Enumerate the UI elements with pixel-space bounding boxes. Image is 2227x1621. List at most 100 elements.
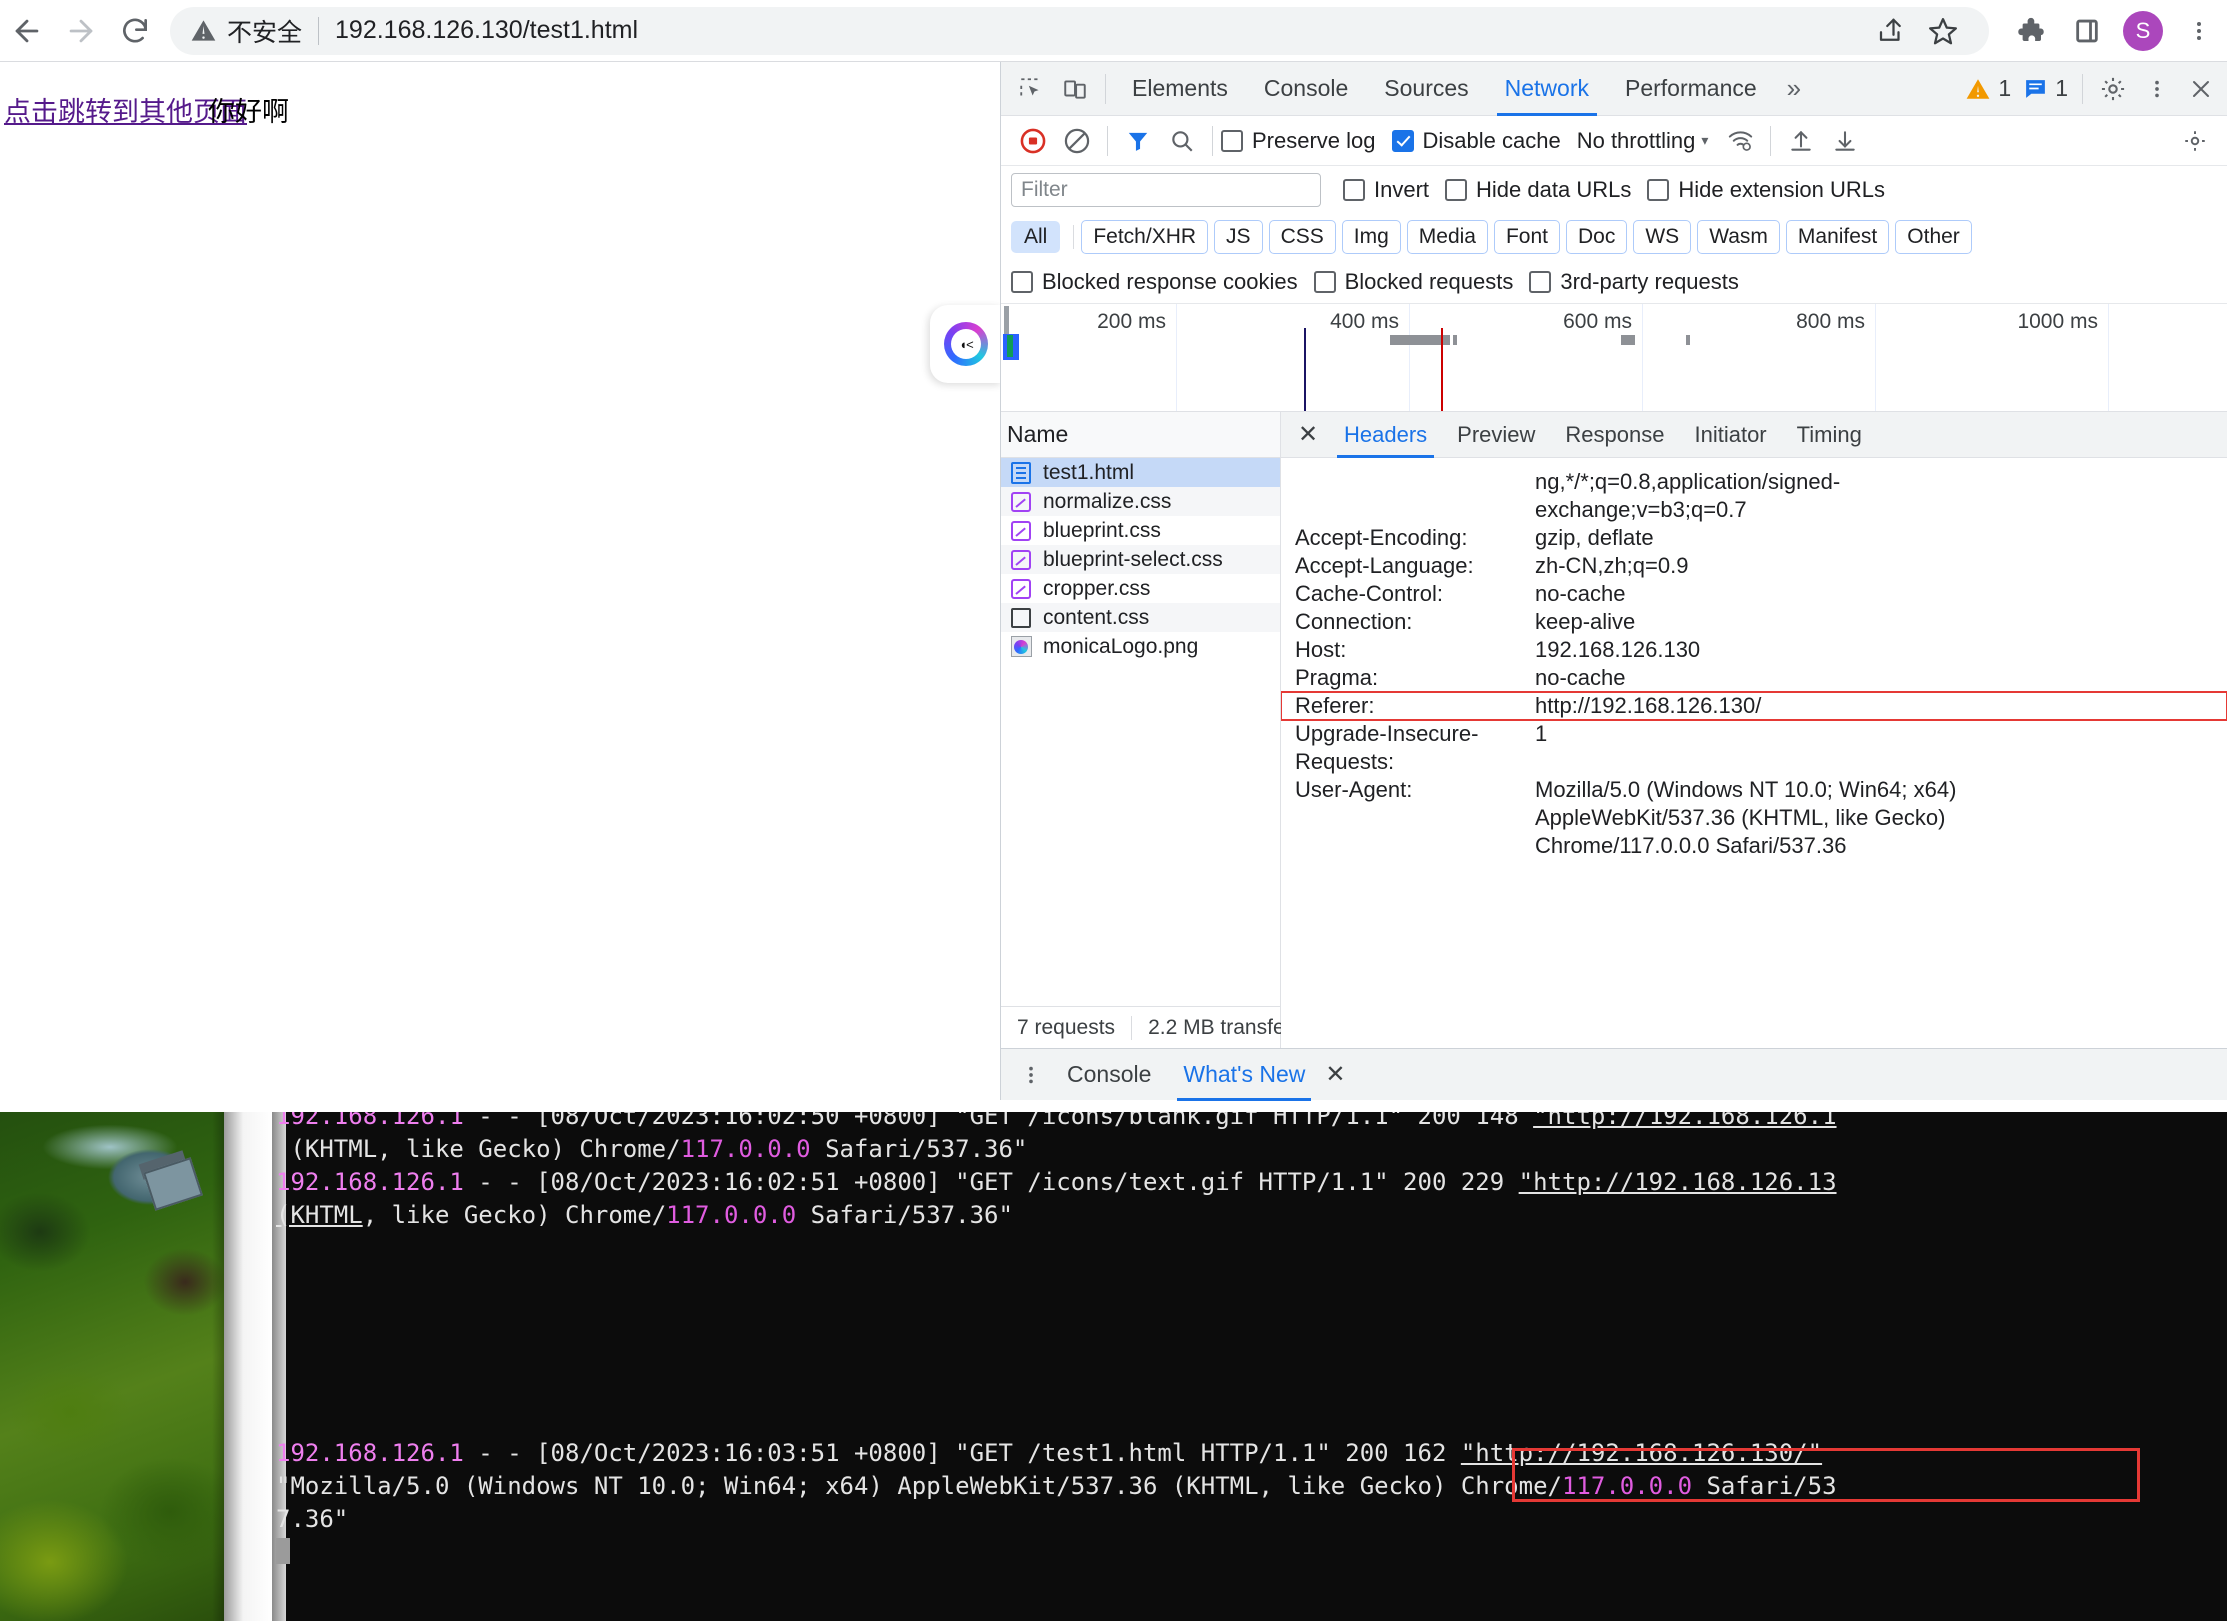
extensions-icon[interactable] — [2003, 4, 2059, 58]
timeline-gridline — [1409, 304, 1410, 411]
filter-input[interactable]: Filter — [1011, 173, 1321, 207]
terminal-text: Safari/537.36" — [811, 1135, 1028, 1163]
header-value: 1 — [1535, 720, 2213, 776]
blocked-response-cookies-checkbox[interactable]: Blocked response cookies — [1011, 269, 1298, 295]
filter-chip-media[interactable]: Media — [1407, 220, 1488, 254]
third-party-requests-checkbox[interactable]: 3rd-party requests — [1529, 269, 1739, 295]
filter-chip-doc[interactable]: Doc — [1566, 220, 1627, 254]
close-detail-icon[interactable]: ✕ — [1287, 420, 1329, 449]
request-row-monicalogo-png[interactable]: monicaLogo.png — [1001, 632, 1280, 661]
detail-tab-preview[interactable]: Preview — [1442, 412, 1550, 458]
chrome-menu-icon[interactable] — [2171, 4, 2227, 58]
header-row-accept-language: Accept-Language:zh-CN,zh;q=0.9 — [1281, 552, 2227, 580]
filter-chip-wasm[interactable]: Wasm — [1697, 220, 1780, 254]
network-filter-bar: Filter Invert Hide data URLs Hide extens… — [1001, 166, 2227, 214]
column-header-name: Name — [1007, 421, 1068, 448]
more-tabs-icon[interactable]: » — [1775, 73, 1813, 104]
tab-sources[interactable]: Sources — [1366, 62, 1486, 116]
request-name: monicaLogo.png — [1043, 635, 1198, 659]
tab-performance[interactable]: Performance — [1607, 62, 1775, 116]
request-row-blueprint-css[interactable]: blueprint.css — [1001, 516, 1280, 545]
request-name: blueprint-select.css — [1043, 548, 1223, 572]
tab-network[interactable]: Network — [1487, 62, 1607, 116]
share-icon[interactable] — [1865, 7, 1917, 55]
export-har-icon[interactable] — [1823, 119, 1867, 163]
drawer-menu-icon[interactable] — [1011, 1064, 1051, 1086]
drawer-tab-console[interactable]: Console — [1051, 1049, 1167, 1101]
request-row-content-css[interactable]: content.css — [1001, 603, 1280, 632]
blocked-requests-checkbox[interactable]: Blocked requests — [1314, 269, 1514, 295]
tabbar-divider — [1105, 74, 1106, 104]
checkbox-box — [1647, 179, 1669, 201]
filter-chip-other[interactable]: Other — [1895, 220, 1972, 254]
detail-tab-headers[interactable]: Headers — [1329, 412, 1442, 458]
profile-avatar[interactable]: S — [2123, 11, 2163, 51]
terminal-text: , like Gecko) Chrome/ — [363, 1201, 666, 1229]
side-panel-icon[interactable] — [2059, 4, 2115, 58]
devtools-menu-icon[interactable] — [2135, 67, 2179, 111]
hide-data-urls-checkbox[interactable]: Hide data URLs — [1445, 177, 1631, 203]
filter-chip-font[interactable]: Font — [1494, 220, 1560, 254]
timeline-scroll-handle[interactable] — [1004, 306, 1009, 336]
tab-elements[interactable]: Elements — [1114, 62, 1246, 116]
bookmark-star-icon[interactable] — [1917, 7, 1969, 55]
checkbox-box — [1343, 179, 1365, 201]
timeline-tick-400: 400 ms — [1330, 310, 1407, 334]
terminal-text: 117.0.0.0 — [666, 1201, 796, 1229]
record-button[interactable] — [1011, 119, 1055, 163]
filter-chip-css[interactable]: CSS — [1269, 220, 1336, 254]
disable-cache-checkbox[interactable]: Disable cache — [1392, 128, 1561, 154]
message-count[interactable]: 1 — [2023, 75, 2068, 102]
tab-console[interactable]: Console — [1246, 62, 1366, 116]
address-bar[interactable]: 不安全 192.168.126.130/test1.html — [170, 7, 1989, 55]
filter-chip-all[interactable]: All — [1011, 221, 1060, 253]
network-conditions-icon[interactable] — [1718, 119, 1762, 163]
drawer-close-icon[interactable]: ✕ — [1325, 1060, 1345, 1089]
detail-tab-response[interactable]: Response — [1550, 412, 1679, 458]
terminal-text: - - [08/Oct/2023:16:03:51 +0800] "GET /t… — [464, 1439, 1461, 1467]
search-icon[interactable] — [1160, 119, 1204, 163]
throttling-select[interactable]: No throttling — [1577, 128, 1696, 154]
header-key: Pragma: — [1295, 664, 1535, 692]
chevron-down-icon[interactable]: ▾ — [1701, 132, 1708, 149]
back-button[interactable] — [0, 4, 54, 58]
filter-funnel-icon[interactable] — [1116, 119, 1160, 163]
network-timeline-overview[interactable]: 200 ms 400 ms 600 ms 800 ms 1000 ms — [1001, 304, 2227, 412]
preserve-log-checkbox[interactable]: Preserve log — [1221, 128, 1376, 154]
network-status-bar: 7 requests 2.2 MB transferred — [1001, 1006, 1280, 1048]
filter-chip-fetch-xhr[interactable]: Fetch/XHR — [1081, 220, 1208, 254]
message-bubble-icon — [2023, 76, 2048, 101]
request-row-cropper-css[interactable]: cropper.css — [1001, 574, 1280, 603]
reload-button[interactable] — [108, 4, 162, 58]
request-row-normalize-css[interactable]: normalize.css — [1001, 487, 1280, 516]
generic-file-icon — [1009, 606, 1033, 630]
warning-count[interactable]: 1 — [1965, 75, 2011, 102]
request-row-blueprint-select-css[interactable]: blueprint-select.css — [1001, 545, 1280, 574]
gear-icon[interactable] — [2091, 67, 2135, 111]
request-list[interactable]: test1.html normalize.css blueprint.css b… — [1001, 458, 1280, 1006]
hide-extension-urls-checkbox[interactable]: Hide extension URLs — [1647, 177, 1885, 203]
monica-logo-icon: ◖< — [944, 322, 988, 366]
filter-chip-ws[interactable]: WS — [1633, 220, 1691, 254]
terminal-window[interactable]: 192.168.126.1 - - [08/Oct/2023:16:02:50 … — [272, 1112, 2227, 1621]
terminal-text: 192.168.126.1 — [276, 1439, 464, 1467]
detail-tab-timing[interactable]: Timing — [1782, 412, 1877, 458]
header-key: Upgrade-Insecure-Requests: — [1295, 720, 1535, 776]
clear-button[interactable] — [1055, 119, 1099, 163]
request-row-test1-html[interactable]: test1.html — [1001, 458, 1280, 487]
inspect-element-icon[interactable] — [1009, 67, 1053, 111]
filter-chip-manifest[interactable]: Manifest — [1786, 220, 1889, 254]
invert-checkbox[interactable]: Invert — [1343, 177, 1429, 203]
drawer-tab-whats-new[interactable]: What's New — [1167, 1049, 1321, 1101]
close-devtools-icon[interactable] — [2179, 67, 2223, 111]
network-settings-icon[interactable] — [2173, 119, 2217, 163]
filter-chip-js[interactable]: JS — [1214, 220, 1263, 254]
filter-chip-img[interactable]: Img — [1342, 220, 1401, 254]
import-har-icon[interactable] — [1779, 119, 1823, 163]
detail-tab-initiator[interactable]: Initiator — [1679, 412, 1781, 458]
device-toolbar-icon[interactable] — [1053, 67, 1097, 111]
monica-assistant-widget[interactable]: ◖< — [930, 305, 1002, 383]
request-list-header[interactable]: Name — [1001, 412, 1280, 458]
terminal-text: - - [08/Oct/2023:16:02:50 +0800] "GET /i… — [464, 1112, 1533, 1130]
forward-button[interactable] — [54, 4, 108, 58]
